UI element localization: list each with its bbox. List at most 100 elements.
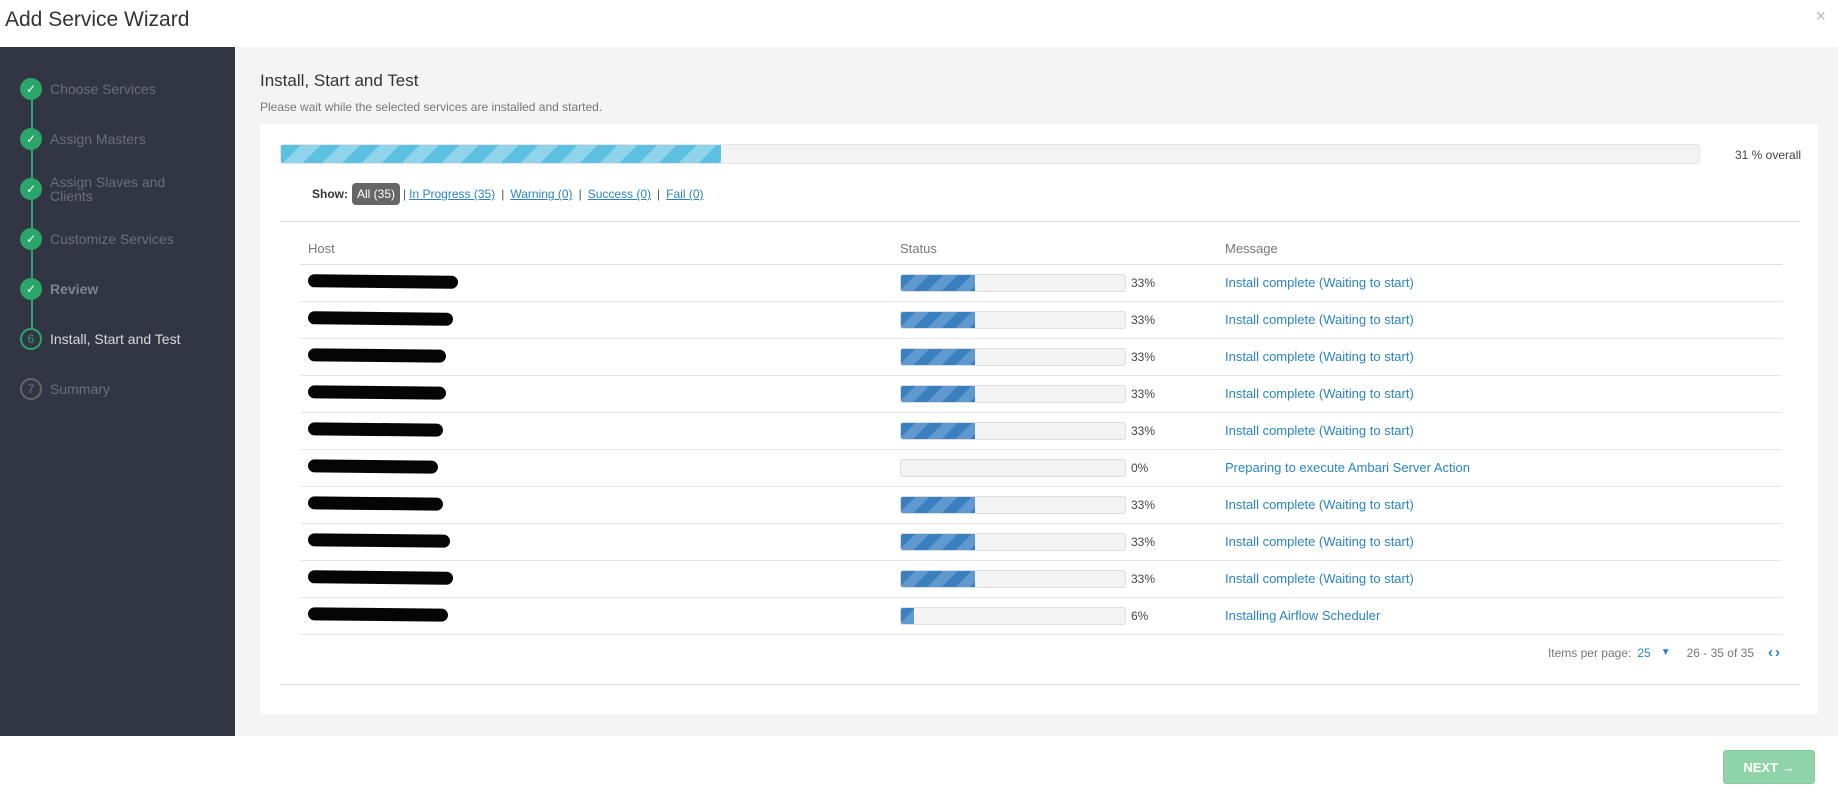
step-choose-services[interactable]: ✓ Choose Services — [20, 71, 230, 107]
step-assign-slaves-clients[interactable]: ✓ Assign Slaves and Clients — [20, 171, 230, 207]
host-message-link[interactable]: Installing Airflow Scheduler — [1225, 608, 1380, 623]
host-message-link[interactable]: Preparing to execute Ambari Server Actio… — [1225, 460, 1470, 475]
table-header-row: Host Status Message — [300, 234, 1782, 265]
host-progress-bar — [900, 569, 1126, 588]
step-number-icon: 7 — [20, 378, 42, 400]
page-subtitle: Please wait while the selected services … — [260, 100, 603, 114]
status-cell: 33% — [892, 375, 1217, 413]
filter-separator: | — [657, 187, 661, 201]
wizard-sidebar: ✓ Choose Services ✓ Assign Masters ✓ Ass… — [0, 47, 235, 736]
overall-progress-fill — [281, 145, 721, 163]
host-progress-percent: 33% — [1131, 349, 1156, 364]
host-message-link[interactable]: Install complete (Waiting to start) — [1225, 275, 1414, 290]
step-summary: 7 Summary — [20, 371, 230, 407]
modal-header: Add Service Wizard × — [0, 0, 1838, 47]
host-message-link[interactable]: Install complete (Waiting to start) — [1225, 497, 1414, 512]
host-message-link[interactable]: Install complete (Waiting to start) — [1225, 571, 1414, 586]
host-progress-percent: 33% — [1131, 423, 1156, 438]
step-label: Customize Services — [50, 231, 174, 247]
chevron-down-icon[interactable]: ▼ — [1661, 647, 1671, 658]
next-button[interactable]: NEXT → — [1723, 750, 1815, 784]
host-cell[interactable] — [300, 560, 892, 598]
table-row: 33% Install complete (Waiting to start) — [300, 264, 1782, 302]
step-assign-masters[interactable]: ✓ Assign Masters — [20, 121, 230, 157]
host-progress-percent: 33% — [1131, 312, 1156, 327]
host-message-link[interactable]: Install complete (Waiting to start) — [1225, 534, 1414, 549]
host-progress-bar — [900, 273, 1126, 292]
status-cell: 33% — [892, 560, 1217, 598]
message-cell: Preparing to execute Ambari Server Actio… — [1217, 449, 1782, 487]
previous-page-icon[interactable]: ‹ — [1768, 644, 1773, 661]
host-progress-bar — [900, 421, 1126, 440]
check-icon: ✓ — [20, 178, 42, 200]
message-cell: Install complete (Waiting to start) — [1217, 560, 1782, 598]
filter-fail[interactable]: Fail (0) — [666, 187, 703, 201]
table-row: 33% Install complete (Waiting to start) — [300, 486, 1782, 524]
host-cell[interactable] — [300, 412, 892, 450]
filter-success[interactable]: Success (0) — [588, 187, 651, 201]
status-cell: 33% — [892, 412, 1217, 450]
table-row: 33% Install complete (Waiting to start) — [300, 375, 1782, 413]
step-install-start-test[interactable]: 6 Install, Start and Test — [20, 321, 230, 357]
message-cell: Install complete (Waiting to start) — [1217, 375, 1782, 413]
status-cell: 33% — [892, 301, 1217, 339]
step-review[interactable]: ✓ Review — [20, 271, 230, 307]
overall-progress-text: 31 % overall — [1735, 148, 1802, 162]
host-cell[interactable] — [300, 301, 892, 339]
filter-all[interactable]: All (35) — [352, 183, 401, 205]
filter-show-label: Show: — [312, 187, 348, 201]
host-progress-bar — [900, 606, 1126, 625]
host-progress-bar — [900, 384, 1126, 403]
items-per-page-select[interactable]: 25 — [1637, 646, 1650, 660]
host-progress-percent: 33% — [1131, 497, 1156, 512]
host-cell[interactable] — [300, 375, 892, 413]
host-message-link[interactable]: Install complete (Waiting to start) — [1225, 312, 1414, 327]
filter-separator: | — [403, 187, 407, 201]
modal-title: Add Service Wizard — [5, 8, 190, 31]
redacted-host-name — [307, 421, 444, 437]
redacted-host-name — [307, 347, 447, 363]
host-cell[interactable] — [300, 486, 892, 524]
check-icon: ✓ — [20, 278, 42, 300]
redacted-host-name — [307, 273, 459, 289]
host-progress-bar — [900, 347, 1126, 366]
table-row: 6% Installing Airflow Scheduler — [300, 597, 1782, 635]
step-customize-services[interactable]: ✓ Customize Services — [20, 221, 230, 257]
host-progress-fill — [901, 348, 975, 365]
column-header-status: Status — [892, 234, 1217, 265]
table-row: 33% Install complete (Waiting to start) — [300, 301, 1782, 339]
host-cell[interactable] — [300, 523, 892, 561]
close-icon[interactable]: × — [1815, 6, 1826, 27]
host-cell[interactable] — [300, 264, 892, 302]
host-progress-fill — [901, 311, 975, 328]
main-content: Install, Start and Test Please wait whil… — [235, 47, 1838, 736]
status-cell: 33% — [892, 523, 1217, 561]
overall-progress-bar — [280, 144, 1700, 164]
host-progress-fill — [901, 496, 975, 513]
wizard-footer: NEXT → — [0, 736, 1838, 800]
check-icon: ✓ — [20, 78, 42, 100]
host-message-link[interactable]: Install complete (Waiting to start) — [1225, 423, 1414, 438]
table-row: 0% Preparing to execute Ambari Server Act… — [300, 449, 1782, 487]
next-page-icon[interactable]: › — [1775, 644, 1780, 661]
status-cell: 0% — [892, 449, 1217, 487]
host-cell[interactable] — [300, 597, 892, 635]
filter-warning[interactable]: Warning (0) — [510, 187, 572, 201]
host-message-link[interactable]: Install complete (Waiting to start) — [1225, 386, 1414, 401]
host-progress-fill — [901, 533, 975, 550]
host-message-link[interactable]: Install complete (Waiting to start) — [1225, 349, 1414, 364]
message-cell: Install complete (Waiting to start) — [1217, 301, 1782, 339]
hosts-table: Host Status Message 33% Install complete … — [300, 234, 1782, 635]
page-title: Install, Start and Test — [260, 71, 419, 90]
host-progress-fill — [901, 274, 975, 291]
page-range: 26 - 35 of 35 — [1686, 645, 1754, 660]
redacted-host-name — [307, 495, 444, 511]
host-progress-percent: 33% — [1131, 571, 1156, 586]
host-cell[interactable] — [300, 449, 892, 487]
check-icon: ✓ — [20, 128, 42, 150]
redacted-host-name — [307, 458, 439, 474]
host-progress-fill — [901, 422, 975, 439]
host-cell[interactable] — [300, 338, 892, 376]
filter-in-progress[interactable]: In Progress (35) — [409, 187, 495, 201]
table-row: 33% Install complete (Waiting to start) — [300, 338, 1782, 376]
